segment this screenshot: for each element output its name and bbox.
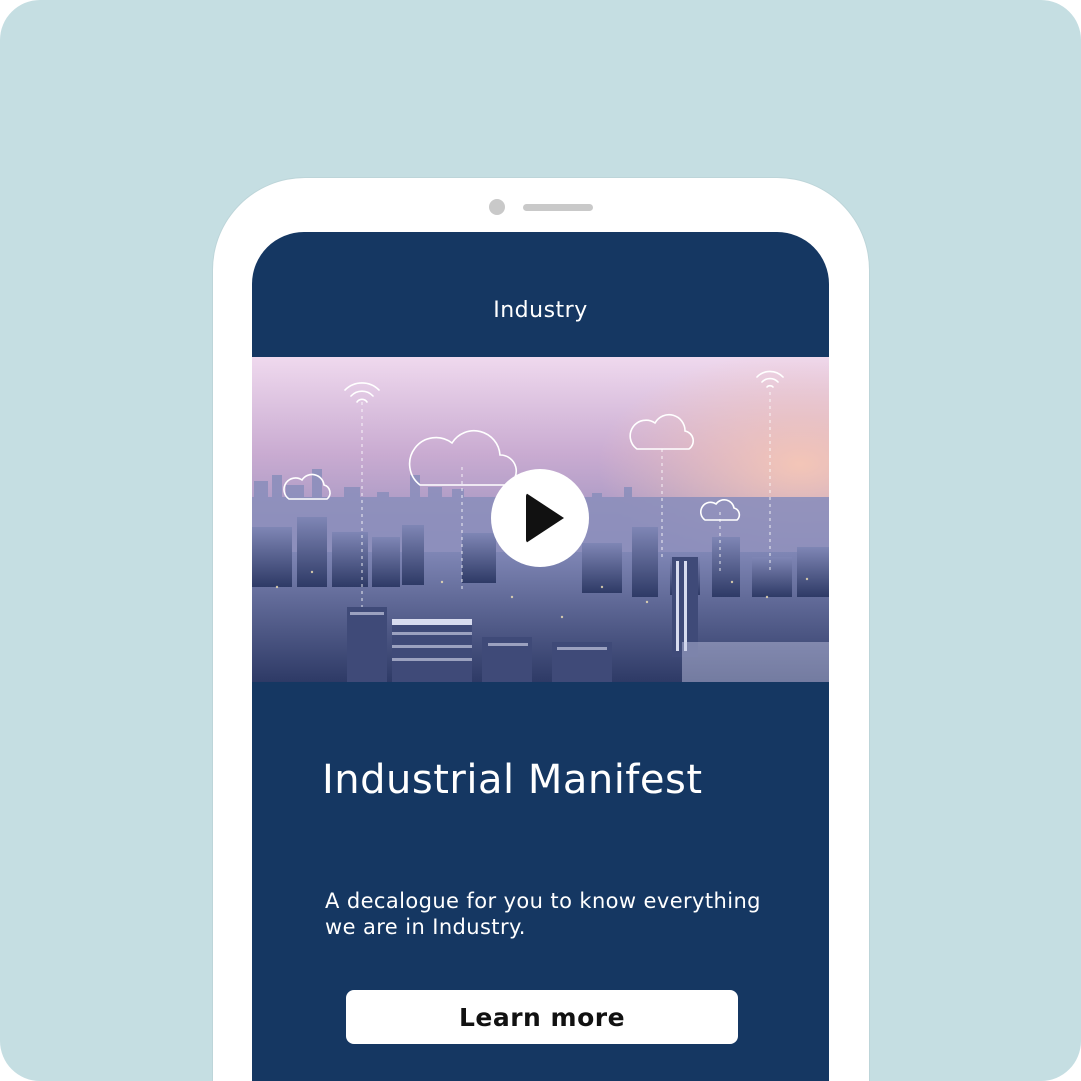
play-icon	[526, 493, 564, 543]
learn-more-button[interactable]: Learn more	[346, 990, 738, 1044]
page-title: Industrial Manifest	[322, 757, 703, 803]
phone-screen: Industry Industrial Manifest A decalogue…	[252, 232, 829, 1081]
app-bar-title: Industry	[493, 298, 588, 323]
phone-frame: Industry Industrial Manifest A decalogue…	[213, 178, 869, 1081]
page-subtitle: A decalogue for you to know everything w…	[325, 889, 761, 939]
camera-icon	[489, 199, 505, 215]
speaker-grille	[523, 204, 593, 211]
play-button[interactable]	[491, 469, 589, 567]
hero-video[interactable]	[252, 357, 829, 682]
canvas-background: Industry Industrial Manifest A decalogue…	[0, 0, 1081, 1081]
